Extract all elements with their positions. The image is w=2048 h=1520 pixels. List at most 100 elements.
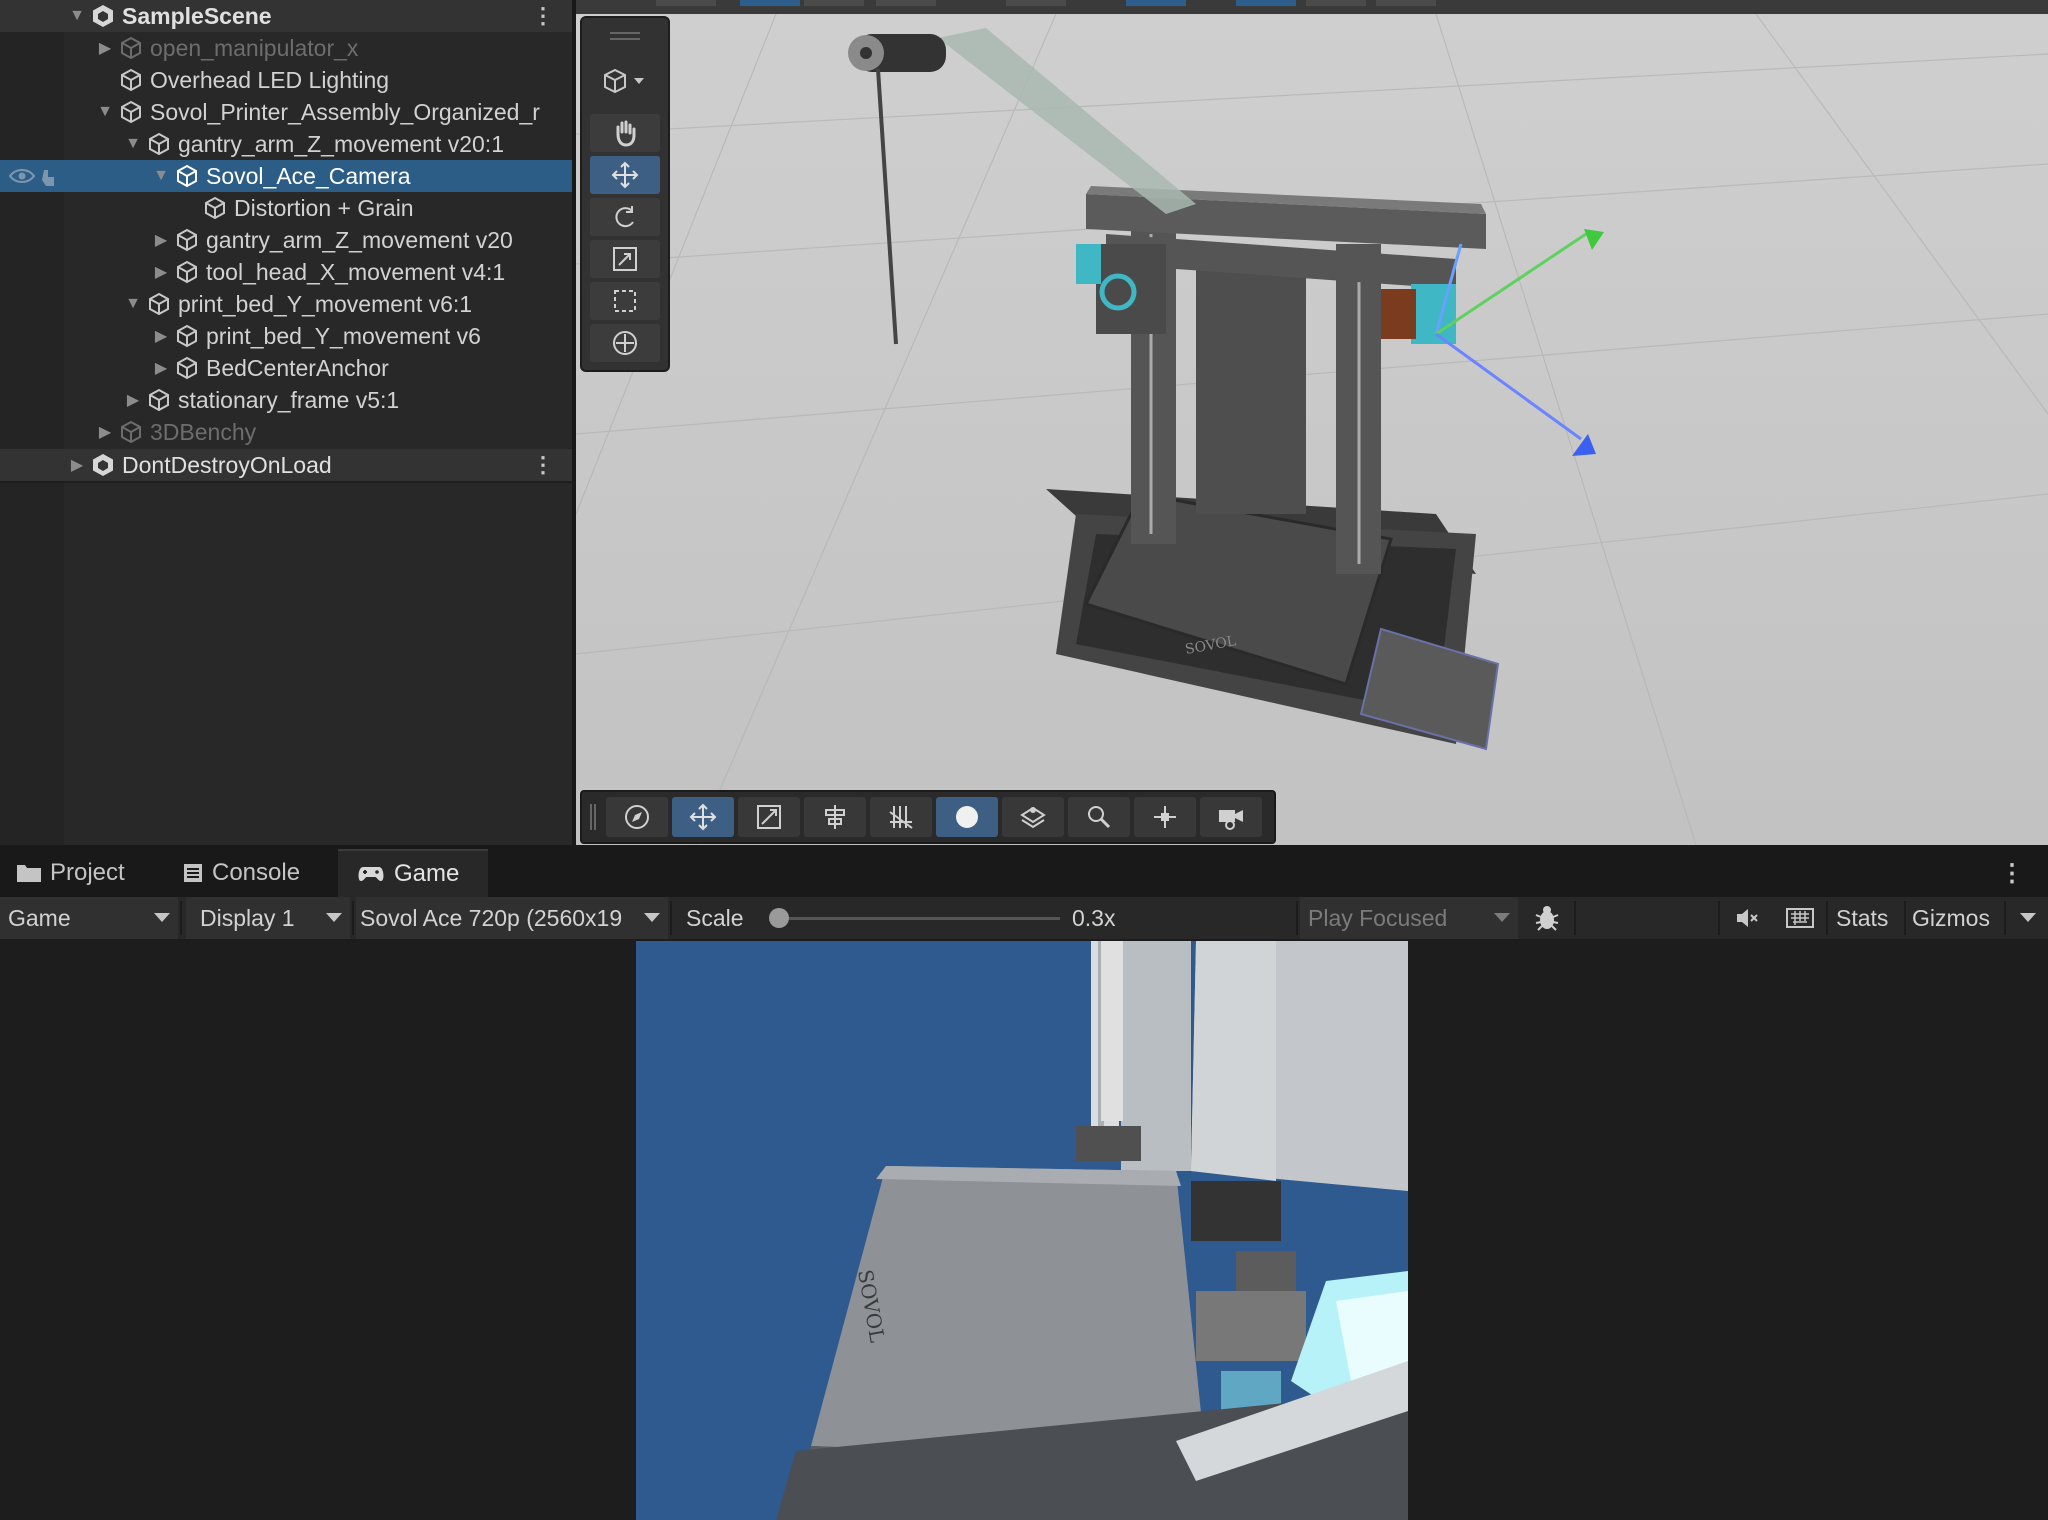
folder-icon [16,862,42,884]
expand-arrow-icon[interactable]: ▶ [66,449,88,481]
item-label: print_bed_Y_movement v6:1 [178,290,473,317]
item-label: Sovol_Ace_Camera [206,162,411,189]
rect-tool-button[interactable] [590,282,660,320]
hierarchy-item[interactable]: ▼ print_bed_Y_movement v6:1 [0,288,572,320]
gizmos-dropdown[interactable] [2008,897,2048,939]
resolution-dropdown[interactable]: Sovol Ace 720p (2560x19 [356,897,668,939]
expand-arrow-icon[interactable]: ▼ [122,128,144,160]
expand-arrow-icon[interactable]: ▼ [122,288,144,320]
visibility-eye-icon[interactable] [8,164,60,188]
expand-arrow-icon[interactable]: ▶ [150,224,172,256]
scale-slider-handle[interactable] [768,908,789,928]
hierarchy-item[interactable]: ▶ 3DBenchy [0,416,572,448]
tools-drag-handle[interactable] [610,38,640,40]
grid-button[interactable] [870,797,932,837]
orbit-button[interactable] [606,797,668,837]
gamepad-icon [356,863,386,885]
scale-value: 0.3x [1072,904,1116,931]
scene-menu-icon[interactable]: ⋮ [532,0,554,32]
chevron-down-icon [644,913,660,922]
layers-button[interactable] [1002,797,1064,837]
hierarchy-item[interactable]: ▶ Overhead LED Lighting [0,64,572,96]
expand-arrow-icon[interactable]: ▼ [66,0,88,32]
gizmos-button[interactable]: Gizmos [1912,897,1990,939]
expand-arrow-icon[interactable]: ▶ [122,384,144,416]
expand-arrow-icon[interactable]: ▼ [94,96,116,128]
shading-button[interactable] [936,797,998,837]
rotate-tool-button[interactable] [590,198,660,236]
expand-arrow-icon[interactable]: ▶ [150,320,172,352]
toolbar-segment[interactable] [804,0,864,6]
snap-button[interactable] [738,797,800,837]
item-label: gantry_arm_Z_movement v20 [206,226,513,253]
debug-button[interactable] [1524,897,1570,939]
display-dropdown[interactable]: Display 1 [186,897,350,939]
toolbar-segment[interactable] [1006,0,1066,6]
view-tool-dropdown[interactable] [590,62,660,100]
toolbar-segment-active[interactable] [740,0,800,6]
scale-label: Scale [686,904,744,931]
expand-arrow-icon[interactable]: ▶ [150,352,172,384]
game-view-render[interactable]: SOVOL [636,941,1408,1520]
expand-arrow-icon[interactable]: ▶ [150,256,172,288]
pivot-icon [1154,806,1176,828]
scene-toolbar-strip [576,0,2048,14]
tab-game[interactable]: Game [338,849,488,897]
search-button[interactable] [1068,797,1130,837]
play-mode-dropdown[interactable]: Play Focused [1300,897,1518,939]
game-view-dropdown[interactable]: Game [0,897,178,939]
move-overlay-button[interactable] [672,797,734,837]
overlay-grip[interactable] [582,792,604,842]
hierarchy-item[interactable]: ▼ Sovol_Printer_Assembly_Organized_r [0,96,572,128]
panel-menu-icon[interactable]: ⋮ [2000,859,2024,888]
keyboard-shortcuts-button[interactable] [1778,897,1822,939]
gameobject-icon [172,161,202,191]
hierarchy-item-selected[interactable]: ▼ Sovol_Ace_Camera [0,160,572,192]
toolbar-separator [670,901,672,935]
move-arrows-icon [689,803,717,831]
hierarchy-item[interactable]: ▶ open_manipulator_x [0,32,572,64]
move-tool-button[interactable] [590,156,660,194]
hierarchy-item[interactable]: ▶ print_bed_Y_movement v6 [0,320,572,352]
tab-console-label: Console [212,859,301,886]
dont-destroy-menu-icon[interactable]: ⋮ [532,449,554,481]
toolbar-segment-active[interactable] [1126,0,1186,6]
tab-project[interactable]: Project [16,849,156,897]
mute-audio-button[interactable] [1726,897,1770,939]
hierarchy-item[interactable]: ▶ Distortion + Grain [0,192,572,224]
toolbar-segment[interactable] [1376,0,1436,6]
scale-slider-track[interactable] [770,917,1060,920]
scale-icon [613,247,637,271]
hierarchy-item[interactable]: ▼ gantry_arm_Z_movement v20:1 [0,128,572,160]
gameobject-icon [116,65,146,95]
scene-render[interactable]: SOVOL [576,14,2048,845]
unity-scene-icon [88,450,118,480]
tools-drag-handle[interactable] [610,32,640,34]
grid-snap-icon [889,806,913,829]
tab-project-label: Project [50,859,125,886]
camera-button[interactable] [1200,797,1262,837]
hierarchy-item[interactable]: ▶ gantry_arm_Z_movement v20 [0,224,572,256]
chevron-down-icon [2020,913,2036,922]
stats-button[interactable]: Stats [1836,897,1888,939]
pivot-button[interactable] [1134,797,1196,837]
toolbar-segment-active[interactable] [1236,0,1296,6]
hierarchy-item[interactable]: ▶ tool_head_X_movement v4:1 [0,256,572,288]
expand-arrow-icon[interactable]: ▶ [94,32,116,64]
scene-view[interactable]: SOVOL [576,14,2048,845]
scale-tool-button[interactable] [590,240,660,278]
toolbar-segment[interactable] [1306,0,1366,6]
expand-arrow-icon[interactable]: ▼ [150,160,172,192]
scene-row[interactable]: ▼ SampleScene ⋮ [0,0,572,32]
toolbar-segment[interactable] [876,0,936,6]
dont-destroy-row[interactable]: ▶ DontDestroyOnLoad ⋮ [0,449,572,481]
transform-tool-button[interactable] [590,324,660,362]
tab-console[interactable]: Console [182,849,332,897]
align-button[interactable] [804,797,866,837]
expand-arrow-icon[interactable]: ▶ [94,416,116,448]
toolbar-segment[interactable] [656,0,716,6]
hand-tool-button[interactable] [590,114,660,152]
hierarchy-item[interactable]: ▶ BedCenterAnchor [0,352,572,384]
hierarchy-item[interactable]: ▶ stationary_frame v5:1 [0,384,572,416]
console-icon [182,862,204,884]
